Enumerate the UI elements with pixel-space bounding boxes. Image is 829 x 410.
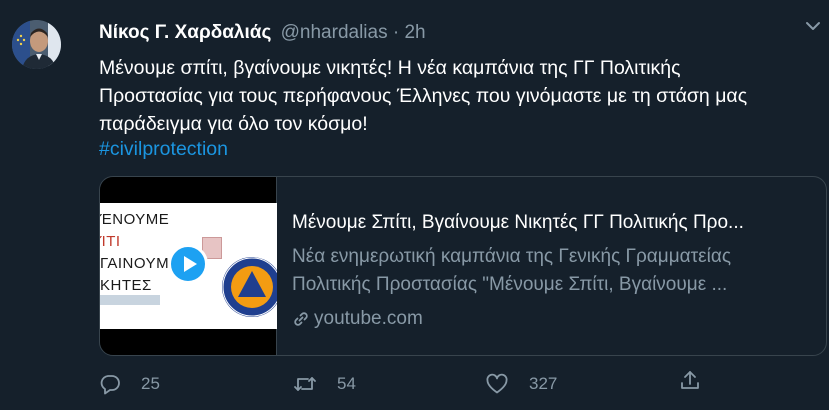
heart-icon: [486, 373, 508, 394]
thumbnail-stripe: [100, 295, 160, 305]
share-icon: [681, 371, 699, 389]
play-icon: [184, 256, 197, 272]
tweet-text: Μένουμε σπίτι, βγαίνουμε νικητές! Η νέα …: [99, 57, 748, 135]
like-count: 327: [529, 374, 558, 393]
reply-button[interactable]: 25: [99, 369, 160, 399]
hashtag-link[interactable]: #civilprotection: [99, 135, 228, 163]
link-icon: [294, 312, 308, 326]
play-button[interactable]: [168, 244, 208, 284]
card-body[interactable]: Μένουμε Σπίτι, Βγαίνουμε Νικητές ΓΓ Πολι…: [277, 177, 825, 355]
author-handle[interactable]: @nhardalias: [281, 22, 388, 43]
retweet-count: 54: [337, 374, 356, 393]
card-description-line-2: Πολιτικής Προστασίας "Μένουμε Σπίτι, Βγα…: [292, 274, 728, 295]
link-card[interactable]: ΈΝΟΥΜΕ ΊΤΙ ΓΑΙΝΟΥΜ ΚΗΤΕΣ Μένουμε Σπίτι, …: [99, 176, 827, 356]
card-domain: youtube.com: [292, 307, 825, 331]
reply-count: 25: [141, 374, 160, 393]
author-name[interactable]: Νίκος Γ. Χαρδαλιάς: [99, 22, 271, 43]
thumbnail-text-3: ΓΑΙΝΟΥΜ: [100, 255, 170, 272]
thumbnail-text-2: ΊΤΙ: [100, 233, 121, 250]
thumbnail-text-4: ΚΗΤΕΣ: [100, 277, 152, 294]
retweet-button[interactable]: 54: [293, 369, 356, 399]
tweet-header: Νίκος Γ. Χαρδαλιάς @nhardalias · 2h: [99, 22, 426, 44]
retweet-icon: [294, 377, 316, 391]
separator-dot: ·: [392, 22, 400, 43]
thumbnail-text-1: ΈΝΟΥΜΕ: [100, 211, 170, 228]
tweet-actions: 25 54 327: [99, 369, 719, 401]
timestamp[interactable]: 2h: [404, 22, 425, 43]
card-title: Μένουμε Σπίτι, Βγαίνουμε Νικητές ΓΓ Πολι…: [292, 212, 744, 233]
card-description-line-1: Νέα ενημερωτική καμπάνια της Γενικής Γρα…: [292, 246, 732, 267]
avatar[interactable]: [12, 20, 61, 69]
share-button[interactable]: [679, 369, 721, 391]
like-button[interactable]: 327: [485, 369, 557, 399]
reply-icon: [100, 375, 120, 395]
civil-protection-emblem-icon: [222, 257, 277, 317]
tweet[interactable]: Νίκος Γ. Χαρδαλιάς @nhardalias · 2h Μένο…: [0, 0, 829, 410]
chevron-down-icon[interactable]: [804, 17, 822, 35]
card-thumbnail[interactable]: ΈΝΟΥΜΕ ΊΤΙ ΓΑΙΝΟΥΜ ΚΗΤΕΣ: [100, 177, 277, 355]
card-domain-text: youtube.com: [314, 308, 423, 329]
